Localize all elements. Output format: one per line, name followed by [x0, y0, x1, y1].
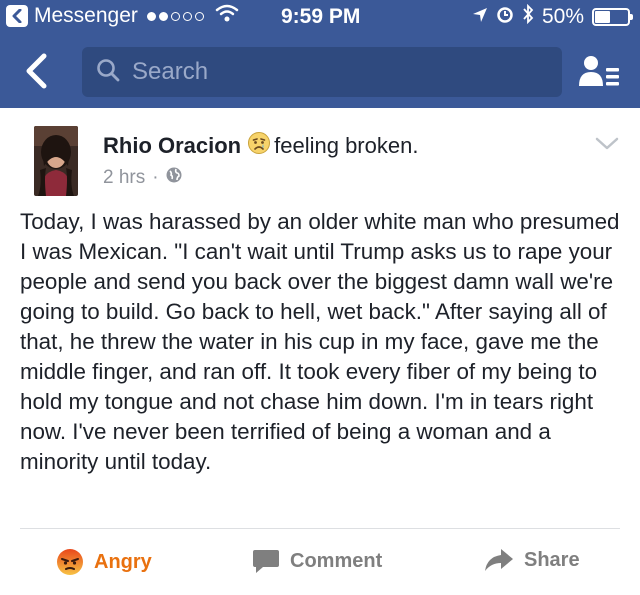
back-button[interactable] — [22, 52, 52, 90]
share-label: Share — [524, 548, 580, 571]
wifi-icon — [215, 4, 239, 28]
back-to-app-label: Messenger — [34, 4, 138, 27]
status-time: 9:59 PM — [281, 5, 361, 28]
post-options-chevron-icon[interactable] — [594, 134, 620, 154]
search-input[interactable]: Search — [82, 47, 562, 97]
author-name[interactable]: Rhio Oracion — [103, 133, 241, 159]
comment-button[interactable]: Comment — [252, 548, 382, 574]
alarm-icon — [496, 5, 514, 29]
meta-separator: · — [152, 167, 159, 188]
angry-face-icon — [56, 548, 84, 576]
friend-requests-button[interactable] — [578, 54, 622, 92]
globe-icon — [166, 167, 182, 189]
comment-bubble-icon — [252, 548, 280, 574]
top-navigation-bar: Messenger 9:59 PM 50% Search — [0, 0, 640, 108]
angry-label: Angry — [94, 550, 152, 573]
bluetooth-icon — [522, 3, 534, 30]
location-arrow-icon — [472, 5, 488, 29]
friend-requests-icon — [579, 56, 619, 86]
post-header: Rhio Oracion feeling broken. — [103, 131, 418, 161]
share-button[interactable]: Share — [484, 548, 580, 572]
back-to-app[interactable]: Messenger — [6, 4, 239, 28]
search-icon — [96, 58, 120, 87]
battery-icon — [592, 8, 633, 26]
timestamp[interactable]: 2 hrs — [103, 167, 145, 189]
angry-reaction-button[interactable]: Angry — [56, 548, 152, 576]
back-to-app-icon — [6, 5, 28, 27]
post-actions: Angry Comment Share — [0, 540, 640, 590]
battery-percent: 50% — [541, 5, 584, 28]
feeling-text: feeling broken. — [274, 133, 419, 158]
avatar[interactable] — [34, 126, 78, 196]
comment-label: Comment — [290, 549, 383, 572]
signal-strength-icon — [146, 11, 207, 21]
search-placeholder: Search — [132, 58, 209, 85]
post-meta: 2 hrs · — [103, 167, 182, 189]
status-bar: Messenger 9:59 PM 50% — [0, 0, 640, 34]
sad-face-icon — [247, 131, 271, 161]
divider — [20, 528, 620, 529]
share-arrow-icon — [484, 548, 514, 572]
post-body: Today, I was harassed by an older white … — [20, 209, 620, 474]
